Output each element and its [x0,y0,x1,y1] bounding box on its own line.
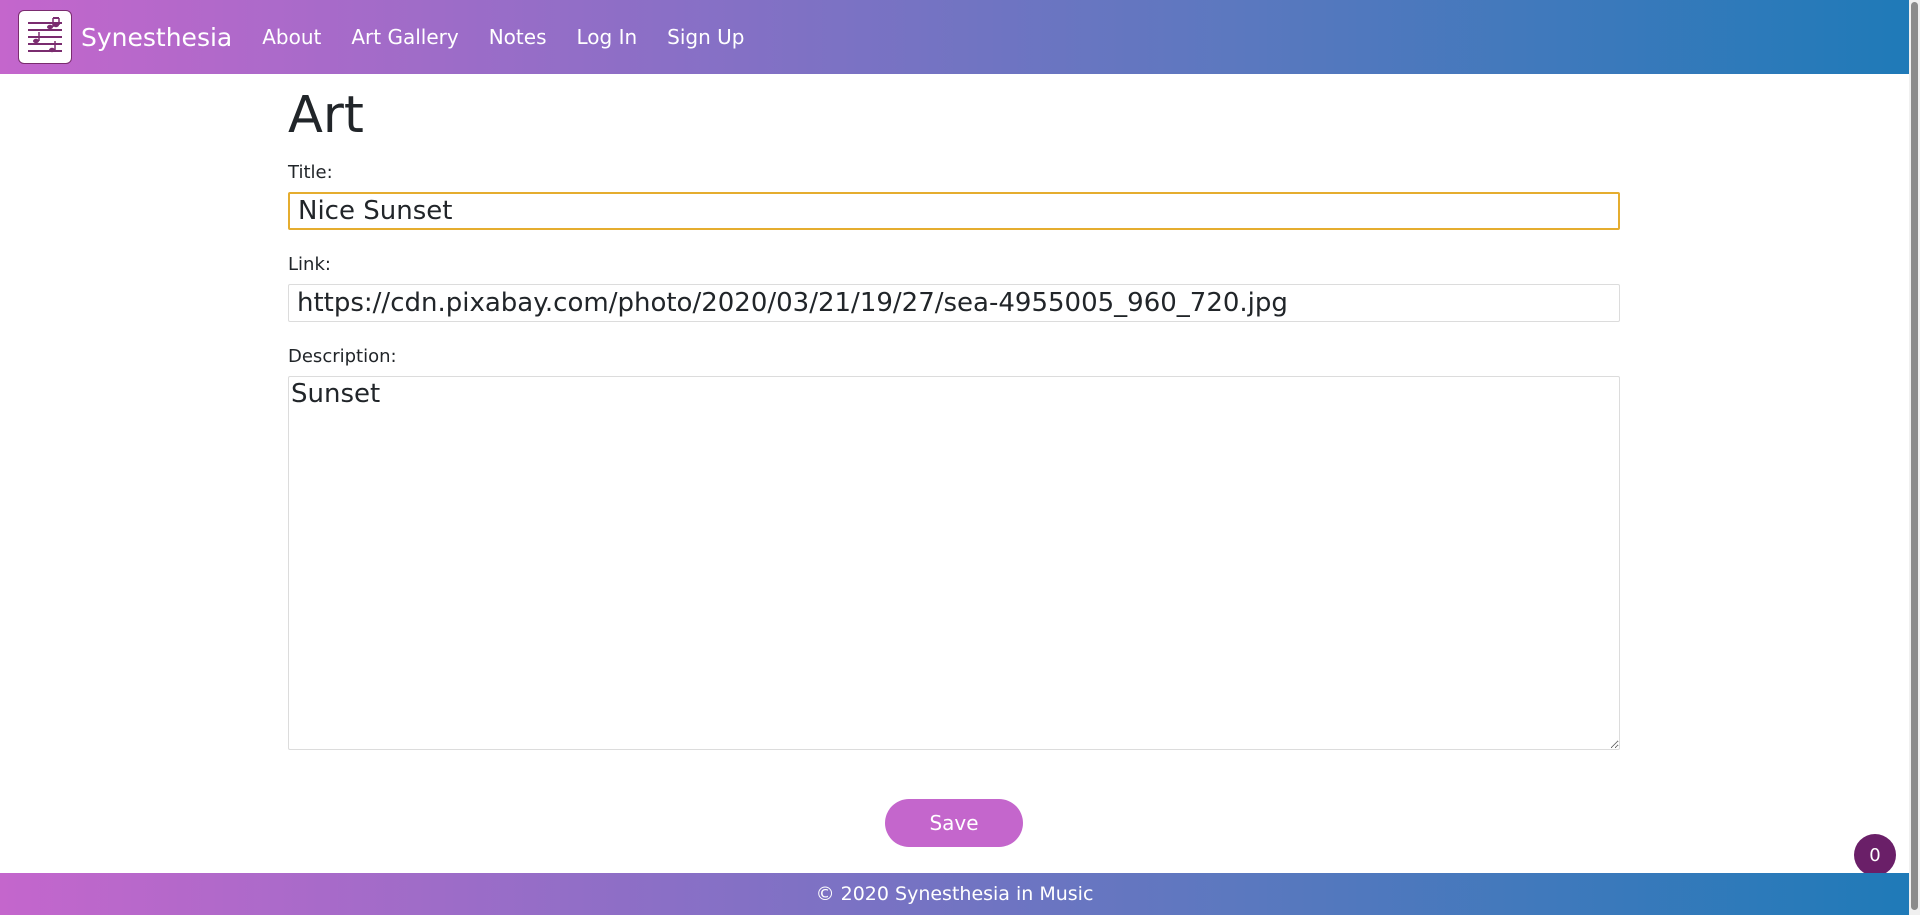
nav-link-sign-up[interactable]: Sign Up [667,25,744,49]
description-label: Description: [288,346,397,367]
link-input[interactable] [288,284,1620,322]
nav-link-notes[interactable]: Notes [489,25,547,49]
brand-name[interactable]: Synesthesia [81,23,232,52]
art-form: Art Title: Link: Description: Sunset [288,74,1620,750]
scrollbar-thumb[interactable] [1911,2,1918,910]
footer: © 2020 Synesthesia in Music [0,873,1909,915]
nav-link-about[interactable]: About [262,25,321,49]
sheet-music-logo-icon[interactable] [18,10,72,64]
page-scrollbar[interactable] [1909,0,1920,915]
footer-copyright: © 2020 Synesthesia in Music [815,883,1094,905]
notification-count-badge[interactable]: 0 [1854,834,1896,876]
nav-link-log-in[interactable]: Log In [576,25,637,49]
page-title: Art [288,86,364,145]
navbar: Synesthesia About Art Gallery Notes Log … [0,0,1909,74]
save-button[interactable]: Save [885,799,1023,847]
description-textarea[interactable]: Sunset [288,376,1620,750]
title-input[interactable] [288,192,1620,230]
link-label: Link: [288,254,331,275]
nav-link-art-gallery[interactable]: Art Gallery [351,25,458,49]
title-label: Title: [288,162,333,183]
